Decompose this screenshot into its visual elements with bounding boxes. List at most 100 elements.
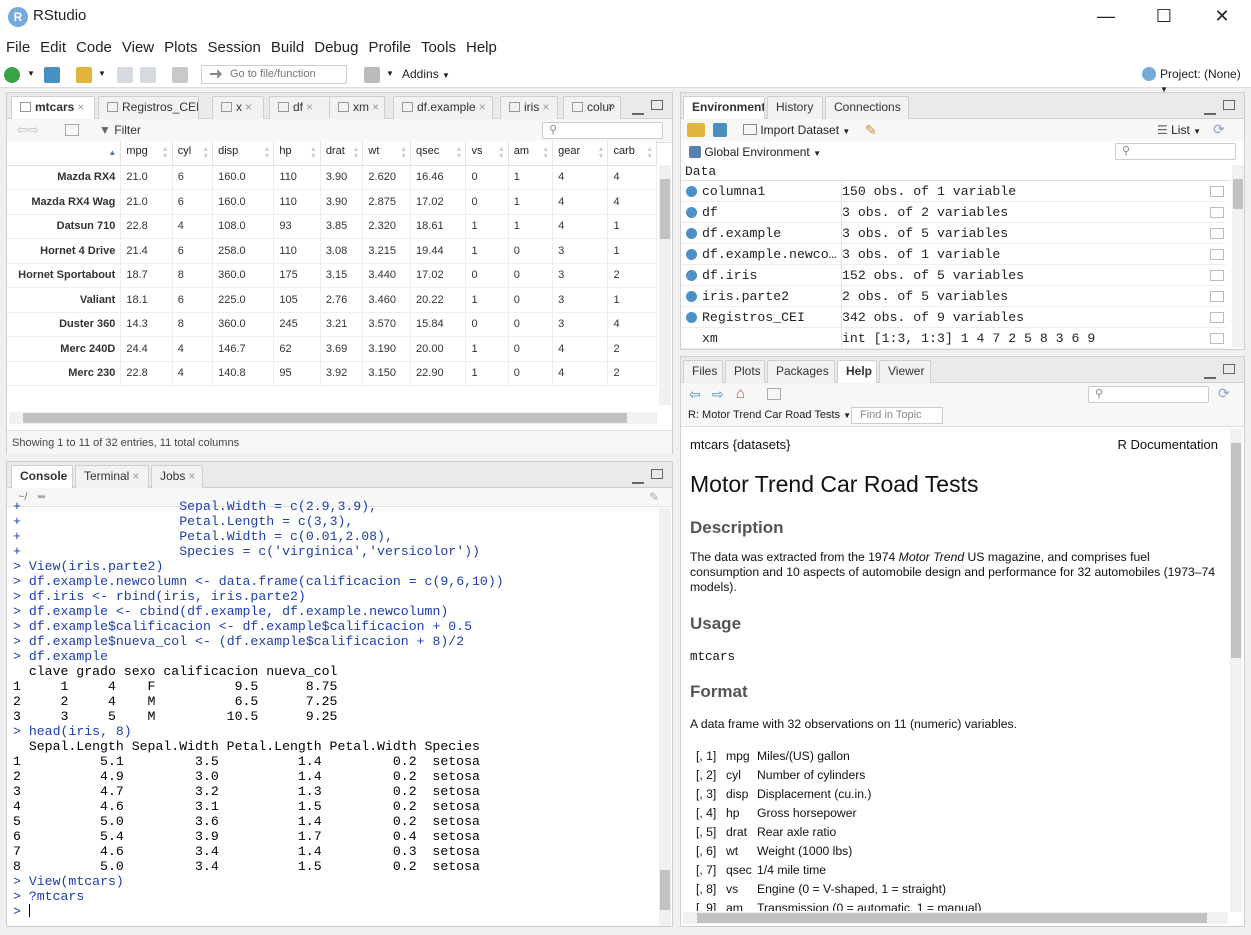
- environment-item[interactable]: xm int [1:3, 1:3] 1 4 7 2 5 8 3 6 9: [681, 328, 1226, 349]
- filter-button[interactable]: ▼ Filter: [99, 123, 141, 137]
- help-horizontal-scrollbar[interactable]: [683, 912, 1228, 924]
- column-header-drat[interactable]: drat ▲ ▼: [320, 141, 364, 166]
- environment-item[interactable]: Registros_CEI 342 obs. of 9 variables: [681, 307, 1226, 328]
- maximize-pane-icon[interactable]: [651, 100, 663, 110]
- popout-icon[interactable]: [767, 388, 781, 400]
- help-back-icon[interactable]: ⇦: [689, 386, 701, 403]
- environment-item[interactable]: columna1 150 obs. of 1 variable: [681, 181, 1226, 202]
- menu-help[interactable]: Help: [461, 34, 502, 62]
- column-header-am[interactable]: am ▲ ▼: [508, 141, 554, 166]
- new-project-icon[interactable]: [44, 67, 60, 83]
- grid-layout-icon[interactable]: [364, 67, 380, 83]
- sort-icon[interactable]: ▲ ▼: [498, 146, 505, 160]
- chevron-down-icon[interactable]: ▼: [386, 69, 394, 78]
- maximize-pane-icon[interactable]: [651, 469, 663, 479]
- global-env-dropdown[interactable]: Global Environment ▼: [689, 145, 821, 159]
- tab-plots[interactable]: Plots: [725, 360, 765, 383]
- menu-file[interactable]: File: [1, 34, 35, 62]
- popout-icon[interactable]: [65, 124, 79, 136]
- menu-plots[interactable]: Plots: [159, 34, 202, 62]
- minimize-pane-icon[interactable]: [1204, 369, 1216, 379]
- back-arrow-icon[interactable]: ⇦⇨: [17, 122, 39, 138]
- view-grid-icon[interactable]: [1210, 228, 1224, 239]
- import-dataset-button[interactable]: Import Dataset ▼: [743, 123, 850, 137]
- menu-build[interactable]: Build: [266, 34, 309, 62]
- load-workspace-icon[interactable]: [687, 123, 705, 137]
- console-output[interactable]: + Sepal.Width = c(2.9,3.9), + Petal.Lengt…: [13, 499, 657, 925]
- maximize-button[interactable]: ☐: [1135, 0, 1193, 34]
- help-search-input[interactable]: ⚲: [1088, 386, 1209, 403]
- environment-item[interactable]: df.example 3 obs. of 5 variables: [681, 223, 1226, 244]
- column-header-disp[interactable]: disp ▲ ▼: [212, 141, 275, 166]
- tab-console[interactable]: Console: [11, 465, 73, 489]
- menu-edit[interactable]: Edit: [35, 34, 71, 62]
- view-grid-icon[interactable]: [1210, 249, 1224, 260]
- expand-icon[interactable]: [686, 186, 697, 197]
- maximize-pane-icon[interactable]: [1223, 100, 1235, 110]
- maximize-pane-icon[interactable]: [1223, 364, 1235, 374]
- save-all-icon[interactable]: [140, 67, 156, 83]
- minimize-button[interactable]: —: [1077, 0, 1135, 34]
- console-scrollbar[interactable]: [659, 508, 671, 926]
- broom-icon[interactable]: ✎: [865, 122, 877, 139]
- sort-icon[interactable]: ▲ ▼: [352, 146, 359, 160]
- tab-df[interactable]: df ×: [269, 96, 331, 119]
- refresh-icon[interactable]: ⟳: [1218, 385, 1230, 402]
- environment-item[interactable]: df.example.newco… 3 obs. of 1 variable: [681, 244, 1226, 265]
- tab-environment[interactable]: Environment: [683, 96, 765, 120]
- minimize-pane-icon[interactable]: [632, 474, 644, 484]
- sort-icon[interactable]: ▲ ▼: [542, 146, 549, 160]
- open-file-icon[interactable]: [76, 67, 92, 83]
- column-header-vs[interactable]: vs ▲ ▼: [465, 141, 509, 166]
- environment-search-input[interactable]: ⚲: [1115, 143, 1236, 160]
- view-grid-icon[interactable]: [1210, 270, 1224, 281]
- goto-file-input[interactable]: Go to file/function: [201, 65, 347, 84]
- menu-debug[interactable]: Debug: [309, 34, 363, 62]
- tab-terminal[interactable]: Terminal ×: [75, 465, 149, 488]
- column-header-mpg[interactable]: mpg ▲ ▼: [120, 141, 173, 166]
- environment-item[interactable]: iris.parte2 2 obs. of 5 variables: [681, 286, 1226, 307]
- topic-dropdown[interactable]: R: Motor Trend Car Road Tests ▼: [688, 409, 851, 421]
- tab-jobs[interactable]: Jobs ×: [151, 465, 203, 488]
- tab-xm[interactable]: xm ×: [329, 96, 385, 119]
- addins-menu[interactable]: Addins ▼: [402, 67, 450, 81]
- close-button[interactable]: ✕: [1193, 0, 1251, 34]
- expand-icon[interactable]: [686, 249, 697, 260]
- column-header-rownames[interactable]: ▲: [7, 141, 122, 166]
- expand-icon[interactable]: [686, 228, 697, 239]
- tab-iris[interactable]: iris ×: [500, 96, 558, 119]
- tab-connections[interactable]: Connections: [825, 96, 909, 119]
- project-menu[interactable]: Project: (None) ▼: [1160, 67, 1251, 95]
- expand-icon[interactable]: [686, 312, 697, 323]
- save-workspace-icon[interactable]: [713, 123, 727, 137]
- menu-session[interactable]: Session: [203, 34, 266, 62]
- column-header-gear[interactable]: gear ▲ ▼: [552, 141, 609, 166]
- expand-icon[interactable]: [686, 270, 697, 281]
- menu-code[interactable]: Code: [71, 34, 117, 62]
- minimize-pane-icon[interactable]: [632, 105, 644, 115]
- print-icon[interactable]: [172, 67, 188, 83]
- help-vertical-scrollbar[interactable]: [1230, 429, 1242, 912]
- more-tabs-icon[interactable]: »: [608, 98, 615, 113]
- sort-icon[interactable]: ▲ ▼: [598, 146, 605, 160]
- tab-registros-cei[interactable]: Registros_CEI×: [98, 96, 199, 119]
- find-in-topic-input[interactable]: Find in Topic: [851, 407, 943, 424]
- tab-df-example[interactable]: df.example ×: [393, 96, 493, 119]
- tab-x[interactable]: x ×: [212, 96, 264, 119]
- expand-icon[interactable]: [686, 291, 697, 302]
- tab-mtcars[interactable]: mtcars ×: [11, 96, 95, 120]
- menu-profile[interactable]: Profile: [363, 34, 416, 62]
- list-view-button[interactable]: ☰ List ▼: [1157, 123, 1201, 137]
- expand-icon[interactable]: [686, 207, 697, 218]
- home-icon[interactable]: ⌂: [736, 385, 745, 402]
- environment-item[interactable]: df.iris 152 obs. of 5 variables: [681, 265, 1226, 286]
- menu-tools[interactable]: Tools: [416, 34, 461, 62]
- sort-icon[interactable]: ▲ ▼: [310, 146, 317, 160]
- environment-scrollbar[interactable]: [1232, 165, 1244, 347]
- tab-packages[interactable]: Packages: [767, 360, 835, 383]
- minimize-pane-icon[interactable]: [1204, 105, 1216, 115]
- view-grid-icon[interactable]: [1210, 312, 1224, 323]
- grid-vertical-scrollbar[interactable]: [659, 165, 671, 405]
- column-header-carb[interactable]: carb ▲ ▼: [607, 141, 657, 166]
- tab-files[interactable]: Files: [683, 360, 723, 383]
